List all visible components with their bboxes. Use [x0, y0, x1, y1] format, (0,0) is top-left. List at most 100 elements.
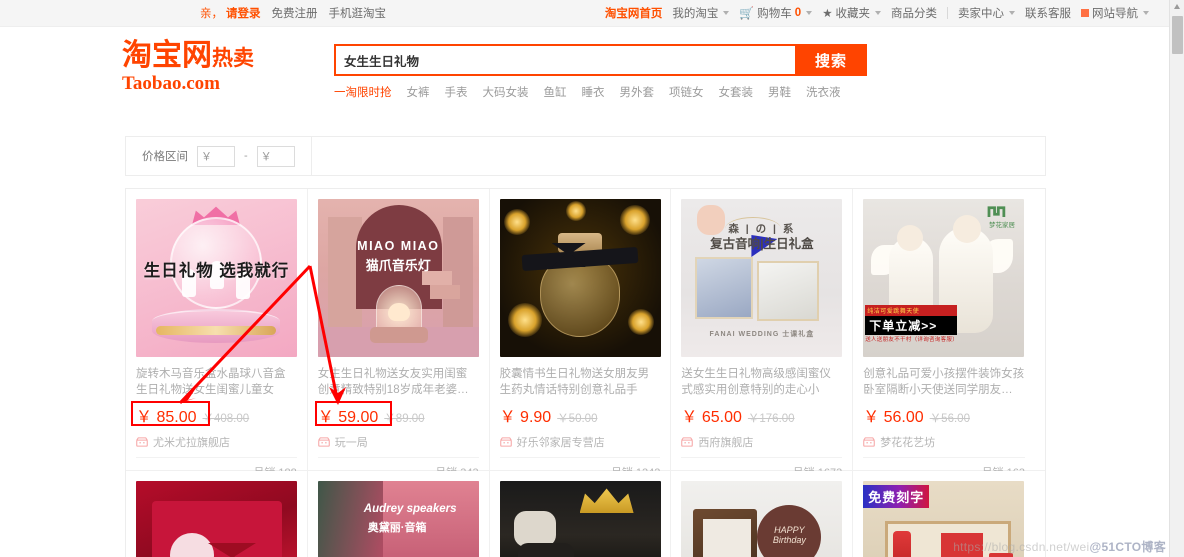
product-image[interactable]: HAPPY Birthday [681, 481, 843, 557]
svg-text:梦花家居: 梦花家居 [989, 220, 1016, 229]
product-title[interactable]: 旋转木马音乐盒水晶球八音盒生日礼物送女生闺蜜儿童女孩… [136, 366, 297, 398]
hot-keyword-10[interactable]: 洗衣液 [806, 84, 841, 100]
product-image[interactable]: 森 | の | 系 复古音响|生日礼盒 FANAI WEDDING 士课礼盒 [681, 199, 843, 357]
mobile-taobao-link[interactable]: 手机逛淘宝 [329, 5, 387, 21]
site-nav-menu[interactable]: 网站导航 [1081, 5, 1149, 21]
product-shop-line[interactable]: 西府旗舰店 [681, 434, 843, 458]
hot-keyword-7[interactable]: 项链女 [669, 84, 704, 100]
search-box[interactable] [334, 44, 795, 76]
product-card[interactable]: MIAO MIAO 猫爪音乐灯 女生生日礼物送女友实用闺蜜创意精致特别18岁成年… [307, 189, 490, 479]
hot-keyword-0[interactable]: 一淘限时抢 [334, 84, 392, 100]
scrollbar-thumb[interactable] [1172, 16, 1183, 54]
product-price: ￥ 59.00 [317, 409, 379, 426]
product-price-line: ￥ 9.90 ￥50.00 [500, 403, 661, 427]
product-card[interactable]: Audrey speakers 奥黛丽·音箱 [307, 471, 490, 557]
product-card[interactable]: 生日礼物 选我就行 旋转木马音乐盒水晶球八音盒生日礼物送女生闺蜜儿童女孩… ￥ … [126, 189, 308, 479]
angel-head [953, 215, 982, 243]
product-card[interactable] [126, 471, 308, 557]
seller-center-menu[interactable]: 卖家中心 [958, 5, 1015, 21]
image-banner-text-b: 复古音响|生日礼盒 [710, 237, 814, 251]
product-shop-line[interactable]: 尤米尤拉旗舰店 [136, 434, 297, 458]
hot-keyword-8[interactable]: 女套装 [719, 84, 754, 100]
product-image[interactable]: MIAO MIAO 猫爪音乐灯 [317, 199, 479, 357]
product-card[interactable]: HAPPY Birthday [671, 471, 854, 557]
vertical-scrollbar[interactable] [1169, 0, 1184, 557]
image-banner-text: 生日礼物 选我就行 [143, 262, 290, 280]
my-taobao-menu[interactable]: 我的淘宝 [672, 5, 730, 21]
product-price-line: ￥ 56.00 ￥56.00 [863, 403, 1025, 427]
register-link[interactable]: 免费注册 [272, 5, 318, 21]
product-shop-name[interactable]: 好乐邻家居专营店 [517, 434, 605, 450]
price-min-input[interactable] [212, 150, 231, 162]
product-image[interactable]: 梦花家居 纯洁可爱跳舞天使 下单立减>> 送人送朋友不干村（详询咨询客服） [863, 199, 1025, 357]
product-image[interactable]: Audrey speakers 奥黛丽·音箱 [317, 481, 479, 557]
hot-keyword-3[interactable]: 大码女装 [483, 84, 529, 100]
cart-icon: 🛒 [739, 6, 755, 20]
hot-keyword-4[interactable]: 鱼缸 [544, 84, 567, 100]
product-title[interactable]: 胶囊情书生日礼物送女朋友男生药丸情话特别创意礼品手工… [500, 366, 661, 398]
product-shop-name[interactable]: 尤米尤拉旗舰店 [153, 434, 230, 450]
favorites-menu[interactable]: ★ 收藏夹 [822, 5, 881, 21]
product-original-price: ￥408.00 [202, 413, 250, 425]
birthday-badge: HAPPY Birthday [757, 505, 822, 557]
hot-keywords-list: 一淘限时抢 女裤 手表 大码女装 鱼缸 睡衣 男外套 项链女 女套装 男鞋 洗衣… [334, 84, 867, 100]
product-item [517, 543, 574, 557]
bokeh-light [507, 303, 542, 337]
categories-link[interactable]: 商品分类 [891, 5, 937, 21]
price-max-field[interactable]: ￥ [256, 145, 295, 167]
price-range-dash: - [244, 150, 248, 162]
search-input[interactable] [344, 53, 787, 67]
product-card[interactable] [489, 471, 672, 557]
product-card[interactable]: 梦花家居 纯洁可爱跳舞天使 下单立减>> 送人送朋友不干村（详询咨询客服） 创意… [853, 189, 1035, 479]
topbar-left-group: 亲， 请登录 免费注册 手机逛淘宝 [200, 5, 386, 21]
taobao-home-link[interactable]: 淘宝网首页 [605, 5, 663, 21]
hot-keyword-1[interactable]: 女裤 [407, 84, 430, 100]
product-price-line: ￥ 85.00 ￥408.00 [136, 403, 297, 427]
product-shop-line[interactable]: 玩一局 [317, 434, 479, 458]
site-header: 淘宝网热卖 Taobao.com 搜索 一淘限时抢 女裤 手表 大码女装 鱼缸 … [0, 27, 1169, 127]
hot-keyword-5[interactable]: 睡衣 [582, 84, 605, 100]
product-card[interactable]: 森 | の | 系 复古音响|生日礼盒 FANAI WEDDING 士课礼盒 送… [671, 189, 854, 479]
gold-crown [579, 488, 634, 513]
logo-sub-text: Taobao.com [122, 73, 221, 94]
image-banner-text-c: FANAI WEDDING 士课礼盒 [709, 331, 815, 338]
image-banner-text-cn: 奥黛丽·音箱 [367, 522, 427, 534]
product-image[interactable] [136, 481, 297, 557]
hot-keyword-9[interactable]: 男鞋 [768, 84, 791, 100]
hot-keyword-6[interactable]: 男外套 [620, 84, 655, 100]
product-shop-line[interactable]: 好乐邻家居专营店 [499, 434, 661, 458]
product-image[interactable] [499, 481, 661, 557]
product-title[interactable]: 送女生生日礼物高级感闺蜜仪式感实用创意特别的走心小众… [681, 366, 842, 398]
product-image[interactable] [499, 199, 661, 357]
search-button[interactable]: 搜索 [795, 44, 867, 76]
promo-overlay: 纯洁可爱跳舞天使 下单立减>> 送人送朋友不干村（详询咨询客服） [865, 305, 958, 343]
brand-logo-icon: 梦花家居 [987, 206, 1016, 229]
product-shop-name[interactable]: 玩一局 [335, 434, 368, 450]
top-utility-bar: 亲， 请登录 免费注册 手机逛淘宝 淘宝网首页 我的淘宝 🛒 购物车 0 ★ 收藏夹… [0, 0, 1169, 27]
taobao-logo[interactable]: 淘宝网热卖 Taobao.com [122, 39, 302, 95]
image-banner-text-cn: 猫爪音乐灯 [365, 258, 431, 273]
price-min-field[interactable]: ￥ [197, 145, 235, 167]
product-image[interactable]: 生日礼物 选我就行 [136, 199, 297, 357]
product-shop-line[interactable]: 梦花花艺坊 [863, 434, 1025, 458]
logo-hot-text: 热卖 [212, 46, 254, 70]
lamp-base [369, 327, 428, 343]
seller-center-label: 卖家中心 [958, 8, 1004, 20]
scroll-up-arrow-icon[interactable] [1174, 4, 1180, 9]
promo-top-text: 纯洁可爱跳舞天使 [865, 305, 958, 316]
chevron-down-icon [875, 11, 881, 15]
product-title[interactable]: 创意礼品可爱小孩摆件装饰女孩卧室隔断小天使送同学朋友… [863, 366, 1025, 398]
product-shop-name[interactable]: 梦花花艺坊 [880, 434, 935, 450]
login-link[interactable]: 请登录 [226, 5, 261, 21]
product-title[interactable]: 女生生日礼物送女友实用闺蜜创意精致特别18岁成年老婆… [318, 366, 479, 398]
price-range-label: 价格区间 [142, 151, 188, 163]
thermos-bottle [893, 531, 912, 557]
cart-menu[interactable]: 🛒 购物车 0 [739, 5, 813, 21]
contact-service-link[interactable]: 联系客服 [1025, 5, 1071, 21]
product-shop-name[interactable]: 西府旗舰店 [698, 434, 753, 450]
hot-keyword-2[interactable]: 手表 [445, 84, 468, 100]
price-max-input[interactable] [271, 150, 291, 162]
product-card[interactable]: 胶囊情书生日礼物送女朋友男生药丸情话特别创意礼品手工… ￥ 9.90 ￥50.0… [489, 189, 672, 479]
gift-box-left [695, 257, 754, 319]
shop-icon [318, 437, 330, 447]
